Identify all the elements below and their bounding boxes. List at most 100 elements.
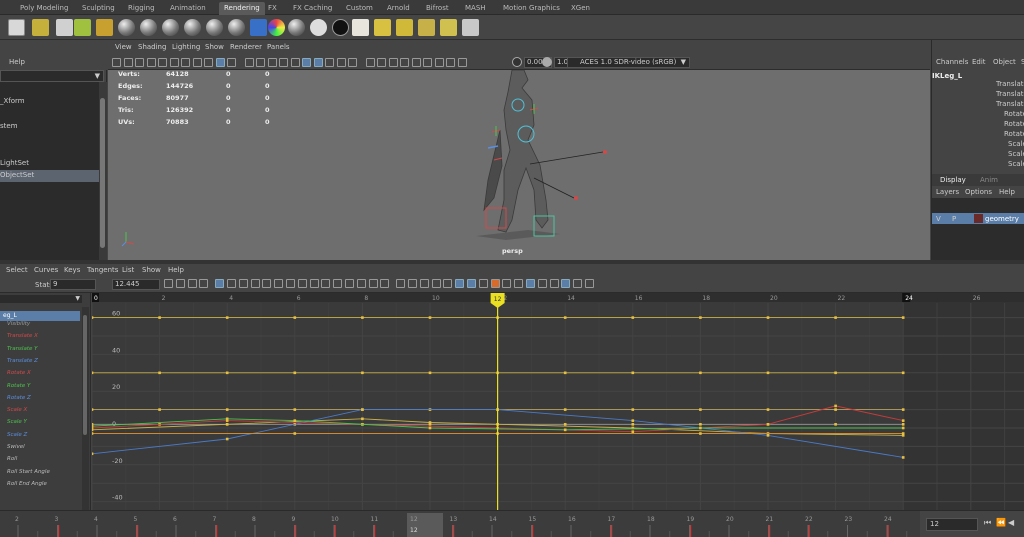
layer-menu-item[interactable]: Options (965, 188, 992, 196)
keyframe[interactable] (225, 423, 229, 426)
viewport-tool-icon[interactable] (112, 58, 121, 67)
shelf-tab-mash[interactable]: MASH (465, 2, 486, 15)
step-back-frame-icon[interactable]: ◀ (1008, 518, 1014, 527)
channel-box-menu-channels[interactable]: Channels (936, 58, 968, 66)
render-region-icon[interactable] (8, 19, 25, 36)
shelf-tab-fx-caching[interactable]: FX Caching (293, 2, 332, 15)
graph-tool-icon[interactable] (250, 279, 260, 288)
shelf-tab-poly-modeling[interactable]: Poly Modeling (20, 2, 68, 15)
graph-tool-icon[interactable] (227, 279, 236, 288)
shelf-tab-custom[interactable]: Custom (346, 2, 373, 15)
channel-item[interactable]: Roll End Angle (7, 481, 47, 487)
render-view-icon[interactable] (268, 19, 285, 36)
outliner-help-menu[interactable]: Help (9, 58, 25, 66)
graph-tool-icon[interactable] (431, 279, 441, 288)
hypershade-icon[interactable] (250, 19, 267, 36)
shelf-tab-bifrost[interactable]: Bifrost (426, 2, 449, 15)
viewport-tool-icon[interactable] (302, 58, 311, 67)
keyframe[interactable] (699, 408, 702, 411)
viewport-menu-panels[interactable]: Panels (267, 43, 290, 51)
volume-light-icon[interactable] (462, 19, 479, 36)
outliner-item[interactable]: LightSet (0, 159, 29, 167)
channel-item[interactable]: Translate Y (7, 346, 37, 352)
render-setup-icon[interactable] (56, 19, 73, 36)
graph-tool-icon[interactable] (321, 279, 331, 288)
graph-tool-icon[interactable] (262, 279, 272, 288)
spot-light-icon[interactable] (418, 19, 435, 36)
graph-tool-icon[interactable] (443, 279, 453, 288)
ipr-render-icon[interactable] (74, 19, 91, 36)
ambient-light-icon[interactable] (352, 19, 369, 36)
layer-playback-toggle[interactable]: P (952, 215, 956, 223)
viewport-tool-icon[interactable] (434, 58, 444, 67)
viewport-tool-icon[interactable] (123, 58, 133, 67)
anisotropic-material-icon[interactable] (228, 19, 245, 36)
viewport-tool-icon[interactable] (256, 58, 265, 67)
keyframe[interactable] (834, 408, 837, 411)
channel-item[interactable]: Rotate X (7, 370, 31, 376)
graph-tool-icon[interactable] (309, 279, 319, 288)
keyframe[interactable] (901, 432, 905, 435)
channel-item[interactable]: Translate X (7, 333, 38, 339)
viewport-menu-lighting[interactable]: Lighting (172, 43, 200, 51)
keyframe[interactable] (699, 426, 702, 430)
viewport-tool-icon[interactable] (348, 58, 357, 67)
keyframe[interactable] (158, 316, 161, 319)
layer-color-swatch[interactable] (974, 214, 983, 223)
keyframe[interactable] (766, 371, 770, 375)
render-tool-icon[interactable] (32, 19, 49, 36)
white-sphere-icon[interactable] (310, 19, 327, 36)
surface-shader-icon[interactable] (288, 19, 305, 36)
graph-tool-icon[interactable] (526, 279, 535, 288)
viewport-menu-view[interactable]: View (115, 43, 132, 51)
keyframe[interactable] (901, 371, 905, 375)
keyframe[interactable] (563, 423, 567, 426)
keyframe[interactable] (92, 408, 94, 411)
viewport-tool-icon[interactable] (423, 58, 432, 67)
graph-menu-list[interactable]: List (122, 266, 134, 274)
keyframe[interactable] (293, 316, 297, 319)
lambert-material-icon[interactable] (140, 19, 157, 36)
viewport-tool-icon[interactable] (377, 58, 386, 67)
keyframe[interactable] (901, 426, 905, 430)
graph-tool-icon[interactable] (585, 279, 594, 288)
keyframe[interactable] (92, 316, 94, 319)
graph-tool-icon[interactable] (164, 279, 173, 288)
outliner-item[interactable]: ObjectSet (0, 171, 34, 179)
viewport-tool-icon[interactable] (215, 58, 225, 67)
shelf-tab-xgen[interactable]: XGen (571, 2, 590, 15)
phong-e-material-icon[interactable] (206, 19, 223, 36)
graph-menu-keys[interactable]: Keys (64, 266, 80, 274)
step-back-key-icon[interactable]: ⏪ (996, 518, 1006, 527)
outliner-scrollbar[interactable] (82, 307, 89, 510)
keyframe[interactable] (428, 426, 432, 430)
channel-attribute[interactable]: Rotate (1004, 120, 1024, 128)
graph-menu-select[interactable]: Select (6, 266, 28, 274)
viewport-tool-icon[interactable] (169, 58, 179, 67)
keyframe[interactable] (631, 371, 635, 375)
keyframe[interactable] (631, 430, 635, 433)
viewport-tool-icon[interactable] (227, 58, 236, 67)
viewport-tool-icon[interactable] (457, 58, 467, 67)
graph-tool-icon[interactable] (514, 279, 524, 288)
channel-item[interactable]: Rotate Y (7, 383, 30, 389)
channel-item[interactable]: Rotate Z (7, 395, 31, 401)
graph-tool-icon[interactable] (199, 279, 209, 288)
keyframe[interactable] (901, 408, 905, 411)
keyframe[interactable] (225, 437, 229, 441)
blinn-material-icon[interactable] (162, 19, 179, 36)
keyframe[interactable] (699, 316, 702, 319)
graph-editor-curve-area[interactable]: 024681012141618202224266040200-20-4012 (92, 293, 1024, 510)
shelf-tab-arnold[interactable]: Arnold (387, 2, 410, 15)
outliner-filter-field[interactable]: ▼ (0, 295, 82, 303)
shelf-tab-rendering[interactable]: Rendering (219, 2, 265, 15)
graph-tool-icon[interactable] (549, 279, 559, 288)
graph-tool-icon[interactable] (561, 279, 571, 288)
keyframe[interactable] (92, 432, 94, 435)
viewport-tool-icon[interactable] (411, 58, 421, 67)
graph-menu-tangents[interactable]: Tangents (87, 266, 118, 274)
color-space-dropdown[interactable]: ACES 1.0 SDR-video (sRGB) ▼ (567, 57, 690, 68)
keyframe[interactable] (901, 316, 905, 319)
channel-attribute[interactable]: Scale (1008, 160, 1024, 168)
channel-item[interactable]: Scale Z (7, 432, 27, 438)
